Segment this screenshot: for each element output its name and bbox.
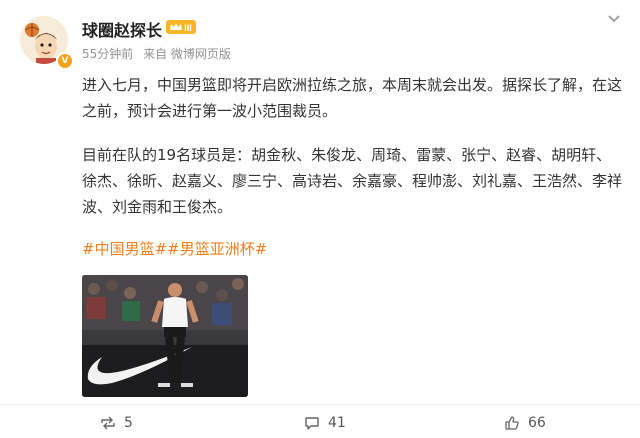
action-bar: 5 41 66	[0, 404, 640, 438]
like-icon	[505, 416, 519, 430]
repost-icon	[101, 416, 115, 430]
hashtag-link[interactable]: #中国男篮#	[82, 240, 167, 258]
level-badge-text: III	[184, 23, 192, 33]
post-image[interactable]	[82, 275, 248, 397]
post-paragraph-1: 进入七月，中国男篮即将开启欧洲拉练之旅，本周末就会出发。据探长了解，在这之前，预…	[82, 76, 623, 120]
post-meta: 55分钟前 来自 微博网页版	[82, 45, 237, 62]
repost-button[interactable]: 5	[100, 415, 133, 431]
post-paragraph-2: 目前在队的19名球员是：胡金秋、朱俊龙、周琦、雷蒙、张宁、赵睿、胡明轩、徐杰、徐…	[82, 146, 623, 216]
like-button[interactable]: 66	[504, 415, 546, 431]
comment-icon	[305, 417, 319, 430]
level-crown-icon: III	[166, 19, 196, 35]
post-source: 来自 微博网页版	[143, 47, 231, 61]
like-count: 66	[528, 415, 546, 431]
hashtag-link[interactable]: #男篮亚洲杯#	[167, 240, 267, 258]
comment-button[interactable]: 41	[304, 415, 346, 431]
more-chevron-icon[interactable]	[606, 10, 622, 26]
hashtags: #中国男篮##男篮亚洲杯#	[82, 238, 267, 259]
comment-count: 41	[328, 415, 346, 431]
verified-icon: V	[56, 52, 74, 70]
post-time[interactable]: 55分钟前	[82, 47, 133, 61]
author-name[interactable]: 球圈赵探长	[82, 17, 162, 41]
repost-count: 5	[124, 415, 133, 431]
